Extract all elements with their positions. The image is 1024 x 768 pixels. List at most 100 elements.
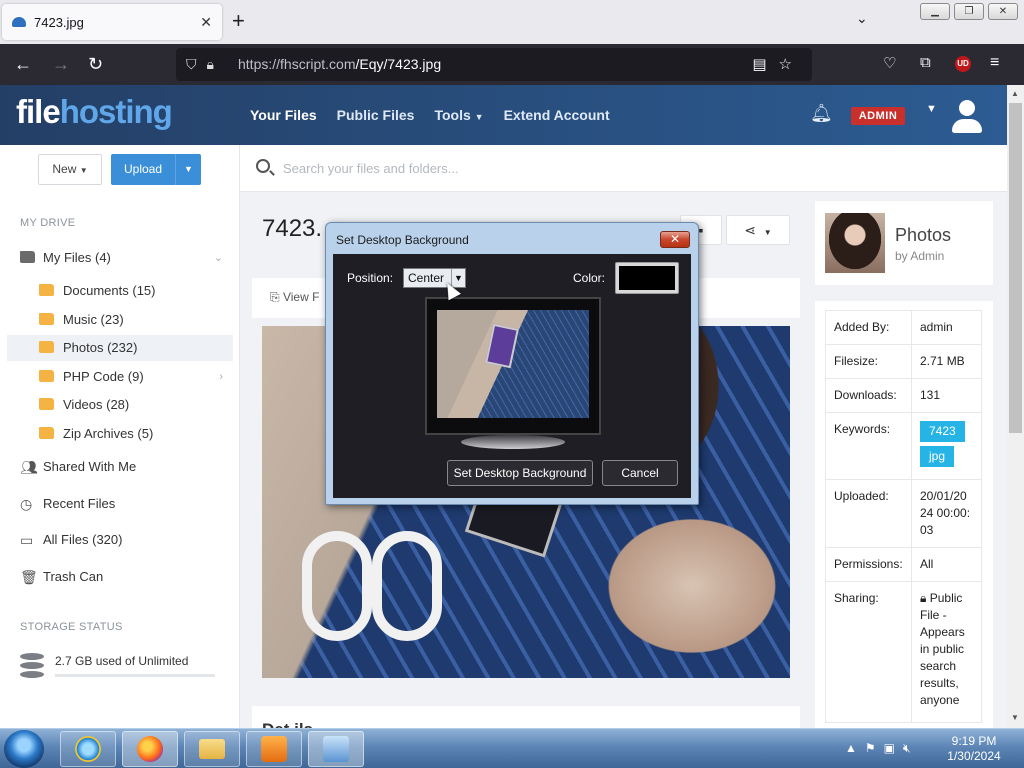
upload-options-caret-icon[interactable]: ▼: [175, 154, 201, 185]
my-drive-heading: MY DRIVE: [20, 217, 76, 229]
cloud-favicon-icon: [12, 17, 26, 27]
keyword-tag[interactable]: jpg: [920, 446, 955, 467]
show-hidden-icons-icon[interactable]: ▲: [845, 741, 865, 755]
new-button[interactable]: New ▼: [38, 154, 102, 185]
view-file-link[interactable]: ⎘ View F: [270, 290, 319, 305]
admin-badge[interactable]: ADMIN: [851, 107, 905, 125]
lock-icon[interactable]: 🔒︎: [207, 56, 224, 72]
details-section: Det ils: [252, 706, 800, 739]
extensions-puzzle-icon[interactable]: ⧉: [920, 54, 931, 71]
view-icon: ⎘: [270, 290, 280, 304]
ublock-extension-icon[interactable]: UD: [955, 56, 971, 72]
minimize-icon[interactable]: ▁: [920, 3, 950, 20]
color-label: Color:: [573, 271, 606, 285]
folder-icon: [39, 313, 54, 325]
sidebar-item-documents[interactable]: Documents (15): [0, 278, 233, 304]
volume-muted-icon[interactable]: 🔇︎: [903, 741, 919, 755]
nav-extend-account[interactable]: Extend Account: [504, 107, 610, 123]
nav-public-files[interactable]: Public Files: [337, 107, 415, 123]
folder-icon: [39, 398, 54, 410]
storage-status: 2.7 GB used of Unlimited: [20, 653, 215, 679]
menu-hamburger-icon[interactable]: ≡: [990, 54, 999, 72]
sidebar-item-videos[interactable]: Videos (28): [0, 392, 233, 418]
album-owner: by Admin: [895, 249, 945, 263]
album-card[interactable]: Photos by Admin: [815, 201, 993, 285]
action-center-flag-icon[interactable]: ⚑: [865, 741, 884, 755]
sidebar-item-trash-can[interactable]: 🗑︎ Trash Can: [0, 564, 233, 590]
chevron-right-icon[interactable]: ›: [219, 364, 223, 390]
forward-arrow-icon[interactable]: →: [52, 54, 70, 75]
scroll-up-arrow-icon[interactable]: ▲: [1011, 89, 1019, 98]
sidebar-item-all-files[interactable]: ▭ All Files (320): [0, 527, 233, 553]
window-controls: ▁ ❐ ✕: [920, 3, 1018, 20]
sidebar-item-zip-archives[interactable]: Zip Archives (5): [0, 421, 233, 447]
close-tab-icon[interactable]: ✕: [200, 14, 212, 31]
taskbar: ▲⚑▣🔇︎ 9:19 PM 1/30/2024: [0, 728, 1024, 768]
search-input[interactable]: Search your files and folders...: [283, 161, 459, 176]
share-button[interactable]: ⋖ ▼: [726, 215, 790, 245]
url-text[interactable]: https://fhscript.com/Eqy/7423.jpg: [238, 56, 441, 72]
sidebar-item-music[interactable]: Music (23): [0, 307, 233, 333]
taskbar-explorer-button[interactable]: [184, 731, 240, 767]
sidebar-item-recent-files[interactable]: ◷ Recent Files: [0, 491, 233, 517]
set-desktop-background-dialog: Set Desktop Background ✕ Position: Cente…: [325, 222, 699, 505]
close-window-icon[interactable]: ✕: [988, 3, 1018, 20]
bell-icon[interactable]: 🔔︎: [810, 103, 833, 124]
browser-nav-bar: ← → ↻ ⛉🔒︎ https://fhscript.com/Eqy/7423.…: [0, 44, 1024, 85]
scrollbar-thumb[interactable]: [1009, 103, 1022, 433]
album-thumbnail[interactable]: [825, 213, 885, 273]
account-caret-down-icon[interactable]: ▼: [926, 103, 937, 115]
dialog-close-button[interactable]: ✕: [660, 231, 690, 248]
reader-view-icon[interactable]: ▤: [752, 56, 778, 73]
storage-status-heading: STORAGE STATUS: [20, 621, 123, 633]
cancel-button[interactable]: Cancel: [602, 460, 678, 486]
table-row: Keywords: 7423 jpg: [825, 412, 982, 480]
file-info-table: Added By: admin Filesize: 2.71 MB Download…: [825, 310, 982, 723]
internet-explorer-icon: [75, 736, 101, 762]
pocket-icon[interactable]: ♡: [883, 54, 896, 72]
color-picker-button[interactable]: [615, 262, 679, 294]
upload-button[interactable]: Upload ▼: [111, 154, 201, 185]
reload-icon[interactable]: ↻: [88, 54, 103, 75]
browser-tab[interactable]: 7423.jpg ✕: [2, 4, 222, 40]
back-arrow-icon[interactable]: ←: [14, 54, 32, 75]
taskbar-media-button[interactable]: [246, 731, 302, 767]
new-tab-icon[interactable]: +: [232, 8, 245, 34]
taskbar-control-panel-button[interactable]: [308, 731, 364, 767]
table-row: Uploaded: 20/01/2024 00:00:03: [825, 479, 982, 548]
firefox-icon: [137, 736, 163, 762]
folder-icon: [39, 284, 54, 296]
taskbar-ie-button[interactable]: [60, 731, 116, 767]
sidebar-item-my-files[interactable]: My Files (4) ⌄: [0, 245, 233, 271]
lock-icon: 🔒︎: [920, 591, 927, 605]
restore-icon[interactable]: ❐: [954, 3, 984, 20]
hard-drive-icon: ▭: [20, 532, 34, 548]
dialog-body: Position: Center ▼ Color: Set Desktop Ba…: [333, 254, 691, 498]
sidebar-item-photos[interactable]: Photos (232): [7, 335, 233, 361]
url-bar[interactable]: ⛉🔒︎ https://fhscript.com/Eqy/7423.jpg ▤☆: [176, 48, 812, 81]
keyword-tag[interactable]: 7423: [920, 421, 965, 442]
sidebar-item-shared-with-me[interactable]: 👥︎ Shared With Me: [0, 454, 233, 480]
table-row: Permissions: All: [825, 547, 982, 582]
wallpaper-preview: [437, 310, 589, 418]
set-desktop-background-button[interactable]: Set Desktop Background: [447, 460, 593, 486]
system-clock[interactable]: 9:19 PM 1/30/2024: [944, 734, 1004, 764]
chevron-down-icon[interactable]: ⌄: [214, 245, 223, 271]
table-row: Filesize: 2.71 MB: [825, 344, 982, 379]
start-button-icon[interactable]: [4, 730, 44, 768]
album-name: Photos: [895, 225, 952, 245]
network-icon[interactable]: ▣: [884, 741, 903, 755]
search-bar: Search your files and folders...: [240, 145, 1007, 192]
bookmark-star-icon[interactable]: ☆: [779, 56, 804, 73]
list-tabs-chevron-icon[interactable]: ⌄: [856, 10, 868, 27]
taskbar-firefox-button[interactable]: [122, 731, 178, 767]
user-avatar-icon[interactable]: [952, 100, 982, 134]
caret-down-icon: ▼: [474, 112, 484, 122]
nav-your-files[interactable]: Your Files: [250, 107, 317, 123]
filehosting-logo[interactable]: filehosting: [16, 93, 173, 131]
shield-icon[interactable]: ⛉: [186, 56, 207, 72]
page-scrollbar[interactable]: ▲ ▼: [1007, 85, 1024, 728]
nav-tools[interactable]: Tools ▼: [434, 107, 483, 123]
sidebar-item-php-code[interactable]: PHP Code (9) ›: [0, 364, 233, 390]
scroll-down-arrow-icon[interactable]: ▼: [1011, 713, 1019, 722]
